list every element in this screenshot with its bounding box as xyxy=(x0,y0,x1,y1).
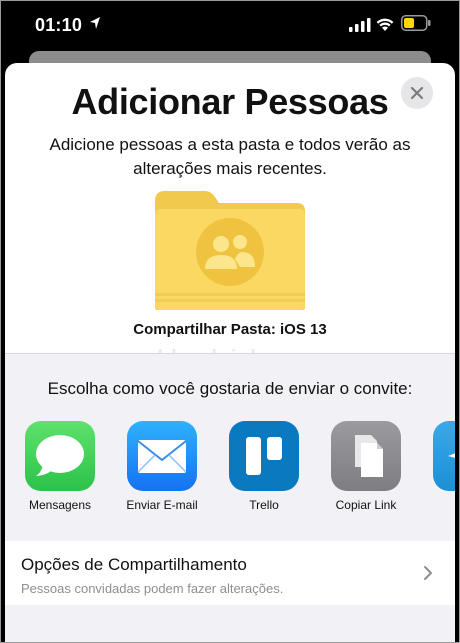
close-icon xyxy=(410,86,424,100)
share-target-label: Copiar Link xyxy=(335,498,397,512)
status-bar: 01:10 xyxy=(1,1,459,53)
share-target-trello[interactable]: Trello xyxy=(214,421,314,512)
share-target-label: Te xyxy=(418,498,455,512)
location-arrow-icon xyxy=(90,17,100,29)
cellular-signal-icon xyxy=(349,18,371,32)
trello-icon xyxy=(229,421,299,491)
screen: 01:10 Adicionar Pessoas Adicione pessoas… xyxy=(0,0,460,643)
sheet-subtitle: Adicione pessoas a esta pasta e todos ve… xyxy=(49,135,411,178)
share-target-mail[interactable]: Enviar E-mail xyxy=(112,421,212,512)
status-time: 01:10 xyxy=(35,15,83,35)
add-people-sheet: Adicionar Pessoas Adicione pessoas a est… xyxy=(5,63,455,642)
mail-icon xyxy=(127,421,197,491)
sheet-title: Adicionar Pessoas xyxy=(71,81,389,122)
sharing-options-row[interactable]: Opções de Compartilhamento Pessoas convi… xyxy=(5,541,455,605)
shared-folder-icon xyxy=(155,191,305,310)
copy-link-icon xyxy=(331,421,401,491)
close-button[interactable] xyxy=(401,77,433,109)
chevron-right-icon xyxy=(424,566,432,580)
sharing-options-subtitle: Pessoas convidadas podem fazer alteraçõe… xyxy=(21,581,284,596)
messages-icon xyxy=(25,421,95,491)
share-target-label: Trello xyxy=(249,498,279,512)
battery-icon xyxy=(401,15,431,31)
folder-name: Compartilhar Pasta: iOS 13 xyxy=(133,321,327,338)
wifi-icon xyxy=(376,18,394,31)
telegram-icon xyxy=(433,421,455,491)
share-target-copy-link[interactable]: Copiar Link xyxy=(316,421,416,512)
share-target-label: Mensagens xyxy=(28,498,92,512)
sheet-bottom xyxy=(5,605,455,642)
sharing-options-title: Opções de Compartilhamento xyxy=(21,555,247,574)
share-target-messages[interactable]: Mensagens xyxy=(10,421,110,512)
share-target-telegram[interactable]: Te xyxy=(418,421,455,512)
invite-prompt: Escolha como você gostaria de enviar o c… xyxy=(47,379,413,398)
share-target-label: Enviar E-mail xyxy=(126,498,198,512)
